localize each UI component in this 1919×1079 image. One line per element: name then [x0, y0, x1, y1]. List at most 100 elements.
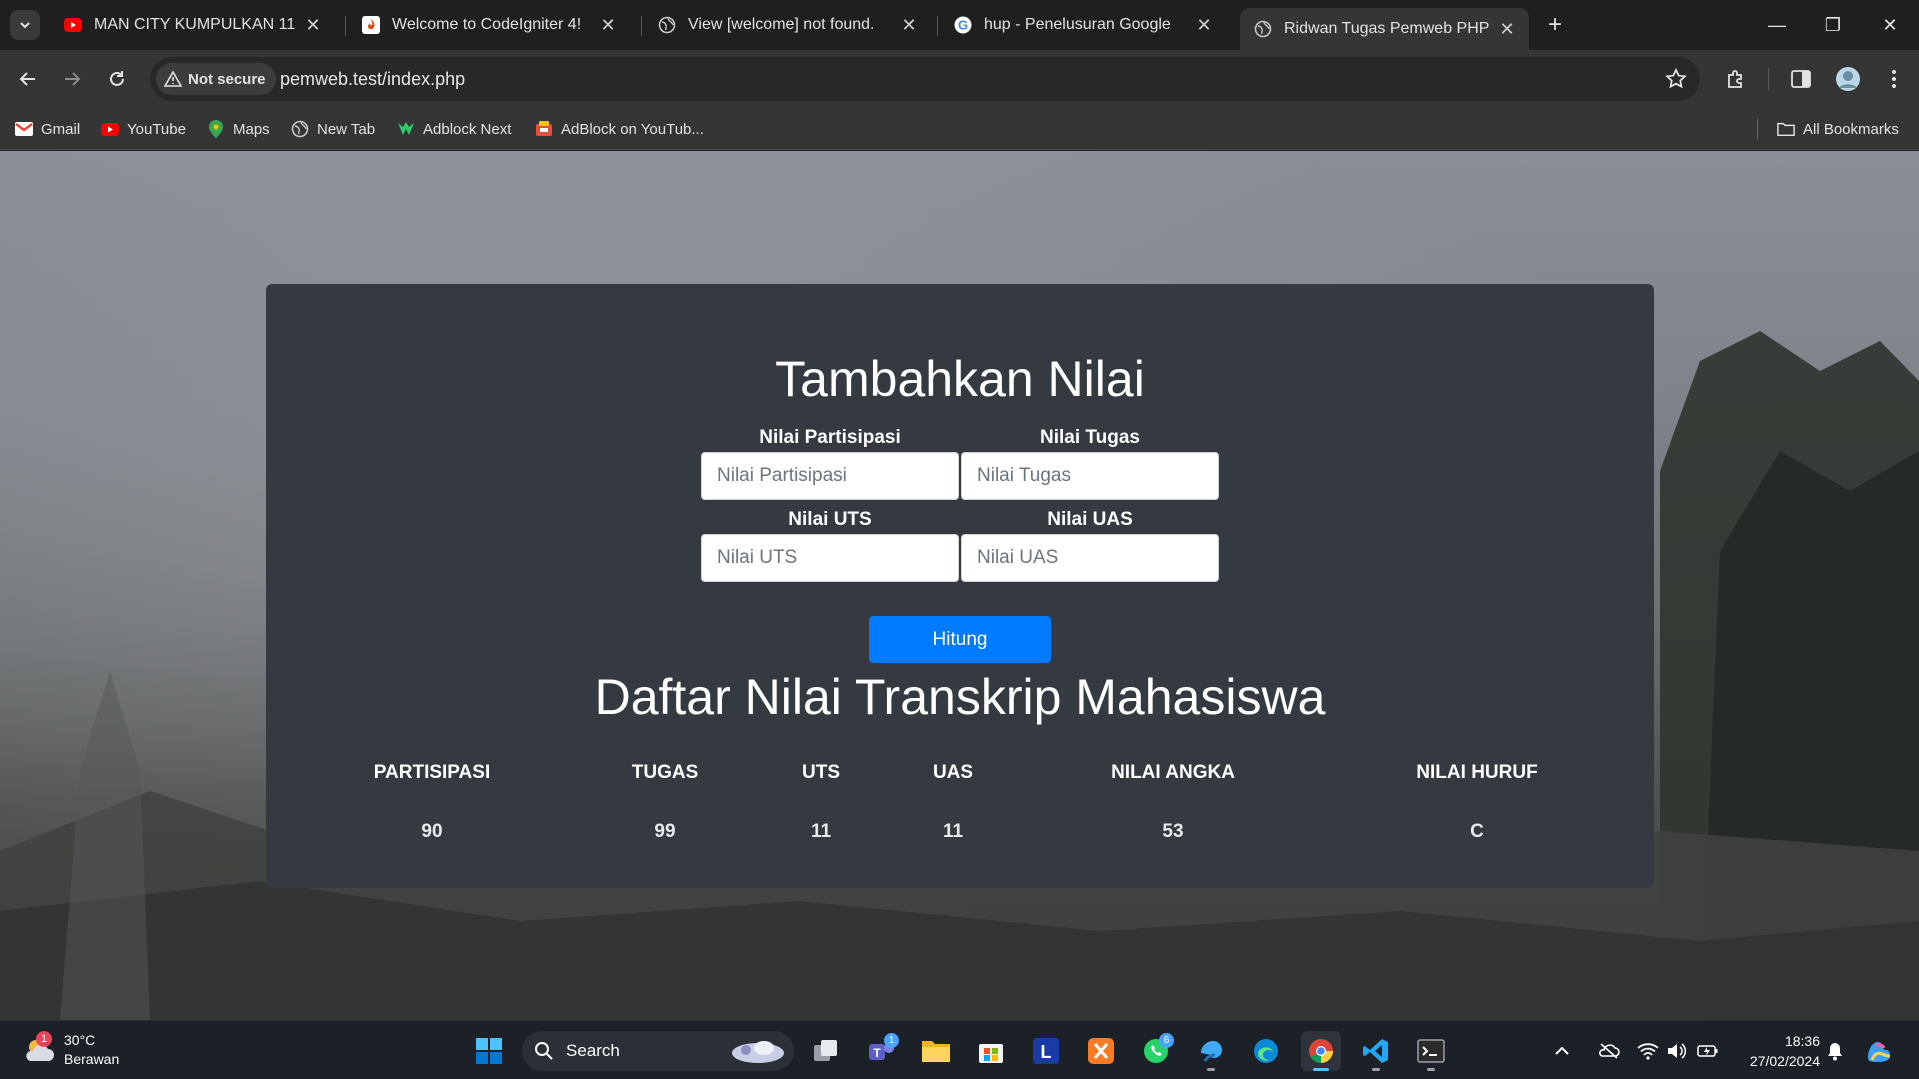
- toolbar-divider: [1768, 68, 1769, 90]
- tugas-label: Nilai Tugas: [1040, 427, 1140, 448]
- wifi-tray[interactable]: [1637, 1021, 1659, 1079]
- chevron-up-icon: [1555, 1046, 1569, 1055]
- tab-title: MAN CITY KUMPULKAN 11 PEM: [94, 16, 297, 33]
- battery-charging-icon: [1697, 1044, 1718, 1057]
- tab-3[interactable]: View [welcome] not found. ✕: [644, 8, 931, 42]
- tugas-input[interactable]: [961, 452, 1219, 500]
- uts-input[interactable]: [701, 534, 959, 582]
- close-icon[interactable]: ✕: [303, 15, 323, 36]
- avatar: [1836, 67, 1860, 91]
- minimize-button[interactable]: —: [1757, 10, 1797, 40]
- site-info-chip[interactable]: Not secure: [156, 63, 276, 95]
- show-hidden-icons[interactable]: [1554, 1021, 1570, 1079]
- hitung-button[interactable]: Hitung: [869, 616, 1051, 663]
- close-icon[interactable]: ✕: [598, 15, 618, 36]
- svg-text:G: G: [958, 18, 968, 33]
- bookmark-maps[interactable]: Maps: [207, 108, 270, 150]
- running-indicator: [1207, 1068, 1215, 1071]
- close-icon[interactable]: ✕: [1497, 19, 1517, 40]
- whatsapp-app[interactable]: 6: [1136, 1031, 1176, 1071]
- cell-uts: 11: [810, 821, 832, 842]
- tab-2[interactable]: Welcome to CodeIgniter 4! ✕: [348, 8, 630, 42]
- reload-button[interactable]: [101, 63, 133, 95]
- weather-text: 30°C Berawan: [64, 1031, 119, 1069]
- microsoft-store-app[interactable]: [971, 1031, 1011, 1071]
- tab-5-active[interactable]: Ridwan Tugas Pemweb PHP Na ✕: [1240, 8, 1529, 50]
- tab-search-button[interactable]: [10, 10, 40, 40]
- system-clock[interactable]: 18:36 27/02/2024: [1730, 1031, 1820, 1071]
- whatsapp-badge: 6: [1159, 1033, 1174, 1048]
- close-icon[interactable]: ✕: [1194, 15, 1214, 36]
- youtube-icon: [64, 16, 82, 34]
- chrome-menu-button[interactable]: [1878, 63, 1910, 95]
- bird-app-icon: [1201, 1041, 1222, 1062]
- start-button[interactable]: [469, 1031, 509, 1071]
- header-partisipasi: PARTISIPASI: [373, 762, 491, 783]
- close-window-button[interactable]: ✕: [1870, 10, 1910, 40]
- bookmark-gmail[interactable]: Gmail: [15, 108, 80, 150]
- bookmark-label: Adblock Next: [423, 120, 512, 138]
- cell-uas: 11: [942, 821, 964, 842]
- l-app[interactable]: L: [1026, 1031, 1066, 1071]
- clock-time: 18:36: [1784, 1033, 1820, 1049]
- codeigniter-icon: [362, 16, 380, 34]
- file-explorer-app[interactable]: [916, 1031, 956, 1071]
- xampp-app[interactable]: [1081, 1031, 1121, 1071]
- bell-icon: [1828, 1042, 1842, 1060]
- header-nilai-angka: NILAI ANGKA: [1111, 762, 1235, 783]
- cell-nilai-huruf: C: [1470, 821, 1484, 842]
- bookmarks-bar: Gmail YouTube Maps New Tab Adblock Next …: [0, 108, 1919, 150]
- restore-button[interactable]: ❐: [1813, 10, 1853, 40]
- weather-widget[interactable]: 1 30°C Berawan: [22, 1031, 119, 1069]
- vscode-app[interactable]: [1356, 1031, 1396, 1071]
- tab-divider: [345, 16, 346, 36]
- speaker-icon: [1668, 1042, 1686, 1059]
- chrome-app-active[interactable]: [1301, 1031, 1341, 1071]
- tab-4[interactable]: G hup - Penelusuran Google ✕: [940, 8, 1226, 42]
- transcript-title: Daftar Nilai Transkrip Mahasiswa: [594, 669, 1326, 725]
- new-tab-button[interactable]: +: [1542, 12, 1568, 38]
- volume-tray[interactable]: [1666, 1021, 1686, 1079]
- notifications-button[interactable]: [1826, 1021, 1844, 1079]
- weather-temp: 30°C: [64, 1032, 96, 1048]
- back-button[interactable]: [12, 63, 44, 95]
- all-bookmarks-button[interactable]: All Bookmarks: [1777, 108, 1899, 150]
- search-icon: [535, 1042, 553, 1060]
- tab-title: hup - Penelusuran Google: [984, 16, 1171, 33]
- tab-1[interactable]: MAN CITY KUMPULKAN 11 PEM ✕: [50, 8, 335, 42]
- weather-condition: Berawan: [64, 1051, 120, 1067]
- tab-strip: MAN CITY KUMPULKAN 11 PEM ✕ Welcome to C…: [0, 0, 1919, 50]
- terminal-app[interactable]: [1411, 1031, 1451, 1071]
- edge-app[interactable]: [1246, 1031, 1286, 1071]
- wifi-icon: [1637, 1042, 1659, 1060]
- warning-icon: [164, 71, 182, 87]
- profile-button[interactable]: [1832, 63, 1864, 95]
- bookmark-label: Maps: [233, 120, 270, 138]
- uas-input[interactable]: [961, 534, 1219, 582]
- taskbar-search[interactable]: Search: [522, 1031, 794, 1071]
- edge-icon: [1254, 1039, 1278, 1063]
- extensions-button[interactable]: [1720, 63, 1752, 95]
- side-panel-button[interactable]: [1785, 63, 1817, 95]
- bookmark-star-icon[interactable]: [1664, 67, 1688, 91]
- bookmark-adblock-youtube[interactable]: AdBlock on YouTub...: [535, 108, 704, 150]
- bookmark-adblock-next[interactable]: Adblock Next: [397, 108, 511, 150]
- bookmark-new-tab[interactable]: New Tab: [291, 108, 375, 150]
- svg-text:L: L: [1041, 1042, 1052, 1062]
- edge-dev-app[interactable]: [1191, 1031, 1231, 1071]
- address-bar[interactable]: Not secure pemweb.test/index.php: [150, 57, 1700, 101]
- copilot-button[interactable]: [1864, 1021, 1894, 1079]
- task-view-button[interactable]: [806, 1031, 846, 1071]
- onedrive-tray[interactable]: [1598, 1021, 1620, 1079]
- bookmark-label: YouTube: [127, 120, 186, 138]
- globe-icon: [658, 16, 676, 34]
- url-text[interactable]: pemweb.test/index.php: [280, 57, 465, 101]
- forward-button[interactable]: [56, 63, 88, 95]
- battery-tray[interactable]: [1697, 1021, 1719, 1079]
- close-icon[interactable]: ✕: [899, 15, 919, 36]
- teams-app[interactable]: T 1: [861, 1031, 901, 1071]
- bookmark-youtube[interactable]: YouTube: [101, 108, 186, 150]
- chrome-icon: [1309, 1039, 1333, 1063]
- partisipasi-input[interactable]: [701, 452, 959, 500]
- field-group-uas: Nilai UAS: [961, 506, 1219, 582]
